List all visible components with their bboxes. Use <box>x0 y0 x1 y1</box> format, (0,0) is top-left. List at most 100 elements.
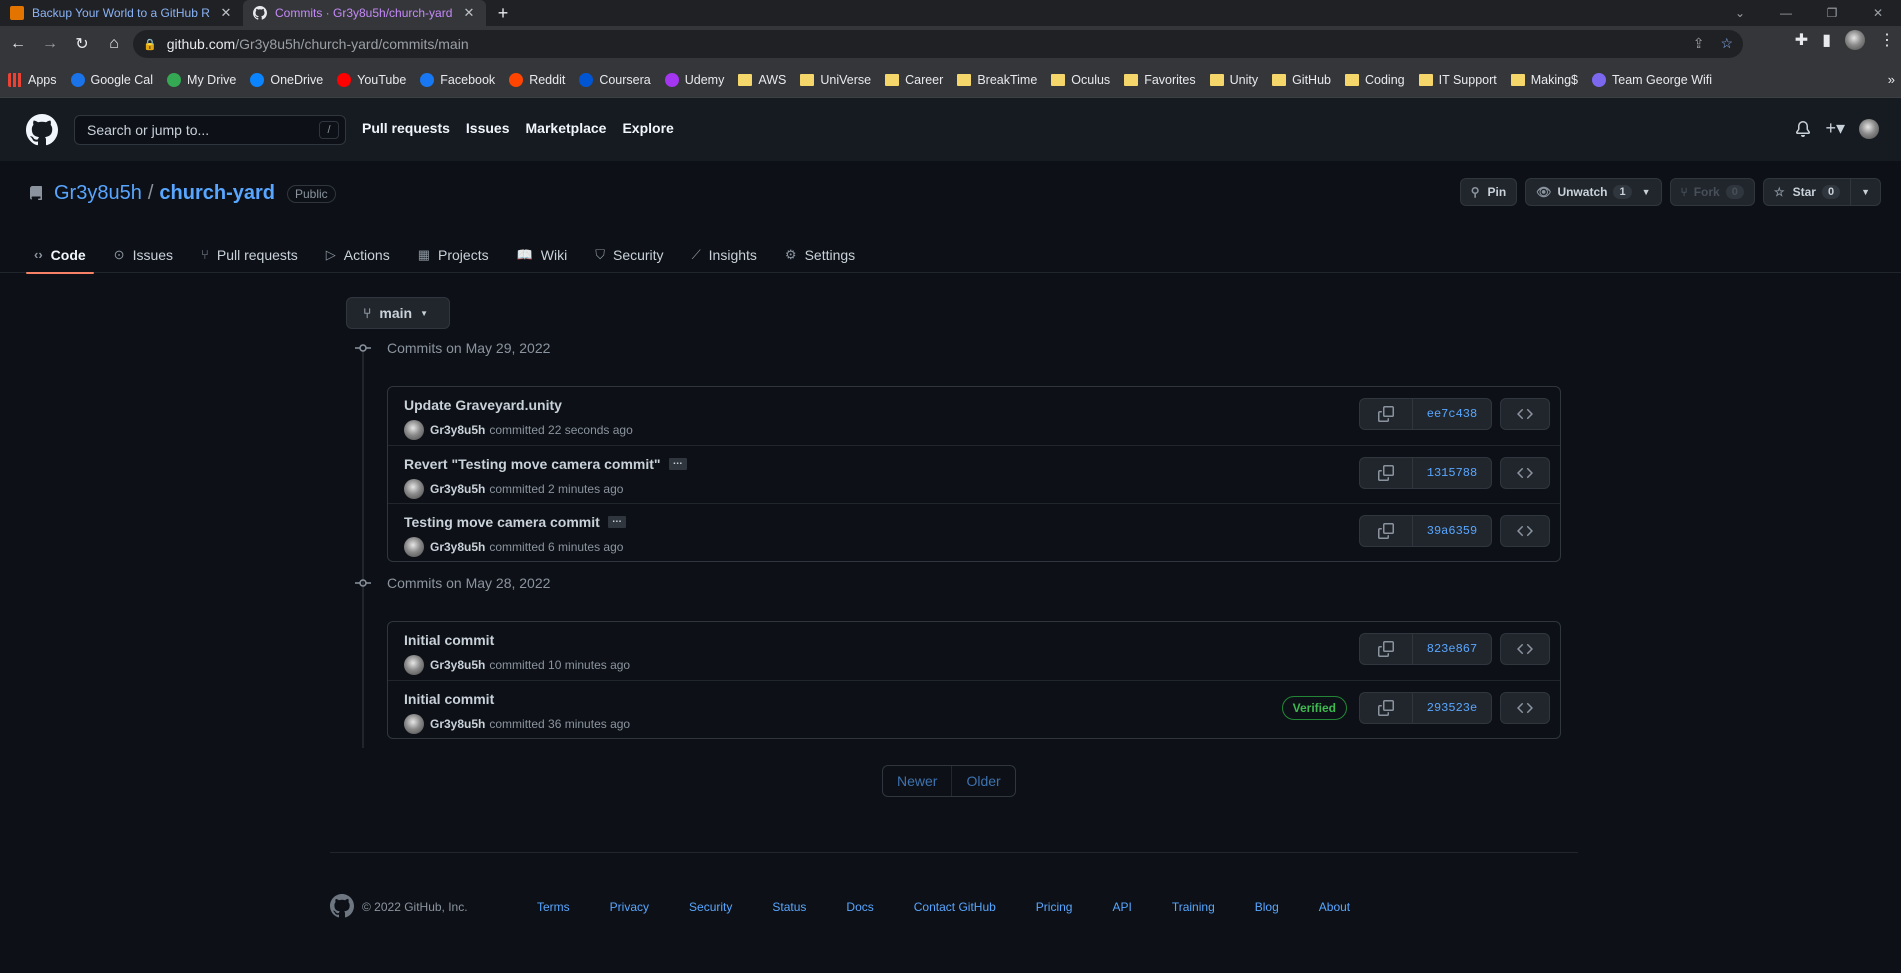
home-icon[interactable]: ⌂ <box>100 30 128 58</box>
browse-repo-button[interactable] <box>1500 692 1550 724</box>
tab-insights[interactable]: ⟋ Insights <box>684 236 765 273</box>
bookmark-item[interactable]: Udemy <box>664 72 724 87</box>
bookmark-item[interactable]: Apps <box>8 72 57 87</box>
back-icon[interactable]: ← <box>4 30 32 58</box>
commit-message-link[interactable]: Initial commit <box>404 632 494 648</box>
tab-pull-requests[interactable]: ⑂ Pull requests <box>193 236 306 273</box>
bookmark-item[interactable]: GitHub <box>1272 73 1331 87</box>
close-window-icon[interactable]: ✕ <box>1855 0 1901 26</box>
bookmarks-overflow-icon[interactable]: » <box>1888 72 1895 87</box>
bookmark-item[interactable]: OneDrive <box>250 72 323 87</box>
tab-actions[interactable]: ▷ Actions <box>318 236 398 273</box>
create-new-plus-icon[interactable]: +▾ <box>1825 118 1845 139</box>
commit-author-link[interactable]: Gr3y8u5h <box>430 423 485 437</box>
browse-repo-button[interactable] <box>1500 633 1550 665</box>
user-avatar[interactable] <box>1859 118 1879 139</box>
bookmark-item[interactable]: Unity <box>1209 73 1258 87</box>
github-footer-logo-icon[interactable] <box>330 894 354 918</box>
author-avatar[interactable] <box>404 537 424 557</box>
bookmark-item[interactable]: Facebook <box>420 72 495 87</box>
commit-message-link[interactable]: Testing move camera commit <box>404 514 600 530</box>
bookmark-item[interactable]: Coding <box>1344 73 1405 87</box>
close-tab-icon[interactable]: ✕ <box>219 6 233 20</box>
watch-button[interactable]: 👁 Unwatch 1 ▼ <box>1525 178 1662 206</box>
profile-avatar[interactable] <box>1845 30 1865 50</box>
bookmark-item[interactable]: UniVerse <box>800 73 871 87</box>
footer-link-about[interactable]: About <box>1319 900 1350 914</box>
tab-projects[interactable]: ▦ Projects <box>410 236 497 273</box>
bookmark-item[interactable]: Coursera <box>579 72 651 87</box>
footer-link-contact-github[interactable]: Contact GitHub <box>914 900 996 914</box>
commit-sha-link[interactable]: 1315788 <box>1412 457 1492 489</box>
commit-sha-link[interactable]: 823e867 <box>1412 633 1492 665</box>
author-avatar[interactable] <box>404 714 424 734</box>
github-logo-icon[interactable] <box>26 113 58 146</box>
search-input[interactable]: Search or jump to... / <box>74 115 346 145</box>
commit-author-link[interactable]: Gr3y8u5h <box>430 540 485 554</box>
bookmark-item[interactable]: BreakTime <box>957 73 1037 87</box>
share-icon[interactable]: ⇪ <box>1693 35 1705 52</box>
bookmark-item[interactable]: My Drive <box>167 72 236 87</box>
footer-link-blog[interactable]: Blog <box>1255 900 1279 914</box>
browse-repo-button[interactable] <box>1500 398 1550 430</box>
pin-button[interactable]: ⚲ Pin <box>1459 178 1518 206</box>
branch-selector[interactable]: ⑂ main ▼ <box>346 297 450 329</box>
verified-badge[interactable]: Verified <box>1281 696 1347 720</box>
older-button[interactable]: Older <box>951 766 1014 796</box>
bookmark-item[interactable]: IT Support <box>1418 73 1497 87</box>
copy-sha-button[interactable] <box>1359 457 1412 489</box>
browser-tab-backup[interactable]: Backup Your World to a GitHub R ✕ <box>0 0 243 26</box>
restore-icon[interactable]: ❐ <box>1809 0 1855 26</box>
reload-icon[interactable]: ↻ <box>68 30 96 58</box>
footer-link-status[interactable]: Status <box>772 900 806 914</box>
commit-message-link[interactable]: Update Graveyard.unity <box>404 397 562 413</box>
bookmark-item[interactable]: Reddit <box>509 72 565 87</box>
extensions-icon[interactable]: ✚ <box>1795 30 1808 50</box>
tab-code[interactable]: ‹› Code <box>26 236 94 274</box>
bell-icon[interactable] <box>1795 120 1811 137</box>
copy-sha-button[interactable] <box>1359 633 1412 665</box>
footer-link-privacy[interactable]: Privacy <box>610 900 649 914</box>
commit-sha-link[interactable]: 293523e <box>1412 692 1492 724</box>
footer-link-terms[interactable]: Terms <box>537 900 570 914</box>
bookmark-item[interactable]: Team George Wifi <box>1592 72 1712 87</box>
bookmark-item[interactable]: Google Cal <box>70 72 153 87</box>
fork-button[interactable]: ⑂ Fork 0 <box>1669 178 1755 206</box>
tab-settings[interactable]: ⚙ Settings <box>777 236 863 273</box>
tab-wiki[interactable]: 📖 Wiki <box>509 236 576 273</box>
expand-message-button[interactable]: … <box>668 457 687 470</box>
author-avatar[interactable] <box>404 420 424 440</box>
tab-search-icon[interactable]: ⌄ <box>1717 0 1763 26</box>
commit-author-link[interactable]: Gr3y8u5h <box>430 717 485 731</box>
expand-message-button[interactable]: … <box>607 515 626 528</box>
address-bar[interactable]: 🔒 github.com/Gr3y8u5h/church-yard/commit… <box>133 30 1743 58</box>
footer-link-docs[interactable]: Docs <box>846 900 873 914</box>
bookmark-item[interactable]: Oculus <box>1051 73 1110 87</box>
repo-owner-link[interactable]: Gr3y8u5h <box>54 182 142 205</box>
browse-repo-button[interactable] <box>1500 457 1550 489</box>
copy-sha-button[interactable] <box>1359 515 1412 547</box>
footer-link-pricing[interactable]: Pricing <box>1036 900 1073 914</box>
minimize-icon[interactable]: — <box>1763 0 1809 26</box>
tab-security[interactable]: ⛉ Security <box>587 236 671 273</box>
bookmark-item[interactable]: AWS <box>738 73 786 87</box>
bookmark-item[interactable]: Favorites <box>1124 73 1196 87</box>
author-avatar[interactable] <box>404 655 424 675</box>
nav-marketplace[interactable]: Marketplace <box>526 120 607 136</box>
commit-message-link[interactable]: Initial commit <box>404 691 494 707</box>
footer-link-security[interactable]: Security <box>689 900 732 914</box>
footer-link-training[interactable]: Training <box>1172 900 1215 914</box>
star-button[interactable]: ☆ Star 0 <box>1762 178 1852 206</box>
side-panel-icon[interactable]: ▮ <box>1822 30 1831 50</box>
footer-link-api[interactable]: API <box>1112 900 1131 914</box>
close-tab-icon[interactable]: ✕ <box>462 6 476 20</box>
new-tab-button[interactable]: + <box>490 0 516 26</box>
nav-explore[interactable]: Explore <box>622 120 673 136</box>
newer-button[interactable]: Newer <box>883 766 951 796</box>
browser-tab-commits[interactable]: Commits · Gr3y8u5h/church-yard ✕ <box>243 0 486 26</box>
repo-name-link[interactable]: church-yard <box>159 182 275 205</box>
tab-issues[interactable]: ⊙ Issues <box>106 236 181 273</box>
commit-author-link[interactable]: Gr3y8u5h <box>430 658 485 672</box>
commit-author-link[interactable]: Gr3y8u5h <box>430 482 485 496</box>
browse-repo-button[interactable] <box>1500 515 1550 547</box>
